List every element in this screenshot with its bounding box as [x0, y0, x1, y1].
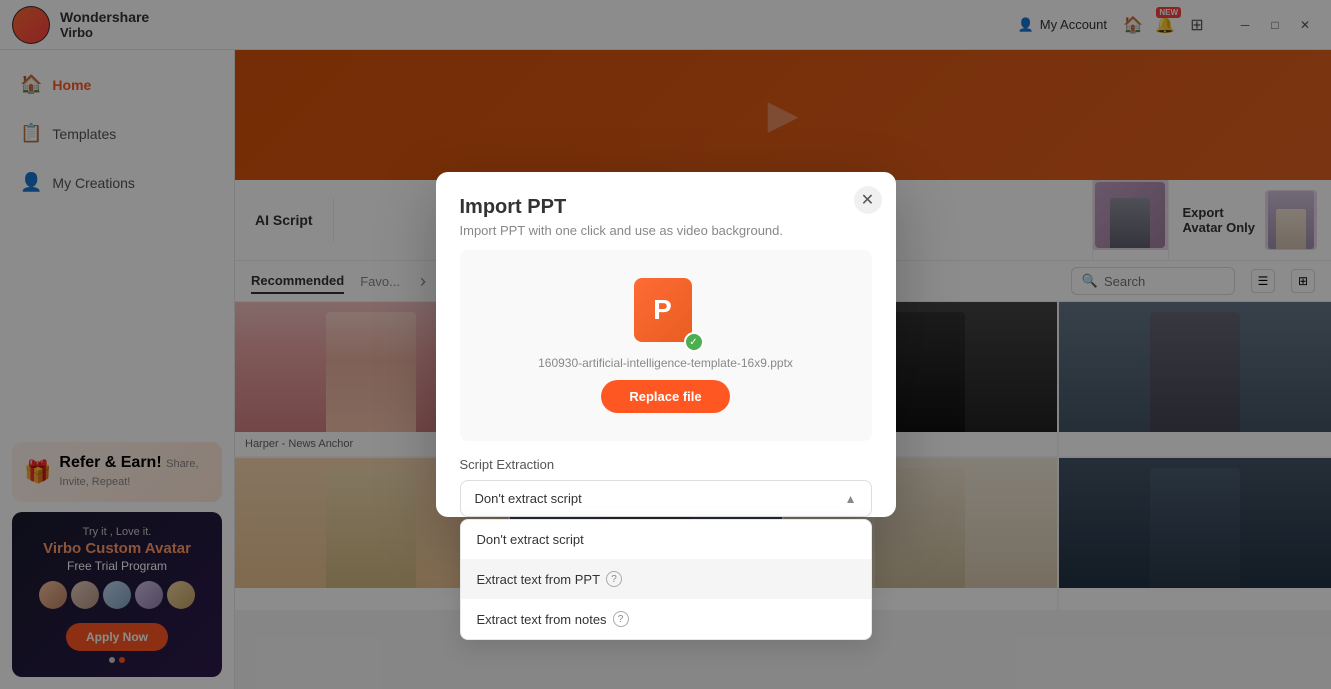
script-extraction-label: Script Extraction — [460, 457, 872, 472]
modal-subtitle: Import PPT with one click and use as vid… — [460, 223, 872, 238]
script-select-wrapper: Don't extract script ▲ Don't extract scr… — [460, 480, 872, 517]
dropdown-item-text[interactable]: Extract text from PPT ? — [461, 559, 871, 599]
help-icon-text[interactable]: ? — [606, 571, 622, 587]
script-dropdown-menu: Don't extract script Extract text from P… — [460, 519, 872, 640]
script-extraction-section: Script Extraction Don't extract script ▲… — [436, 441, 896, 517]
dropdown-text-label: Extract text from PPT — [477, 572, 601, 587]
ppt-icon-container: P ✓ — [634, 278, 698, 346]
dropdown-item-none[interactable]: Don't extract script — [461, 520, 871, 559]
ppt-check-icon: ✓ — [684, 332, 704, 352]
selected-option-text: Don't extract script — [475, 491, 582, 506]
modal-close-button[interactable]: ✕ — [854, 186, 882, 214]
select-chevron-icon: ▲ — [845, 492, 857, 506]
modal-header: Import PPT Import PPT with one click and… — [436, 172, 896, 250]
ppt-file-icon: P — [634, 278, 692, 342]
import-ppt-modal: Import PPT Import PPT with one click and… — [436, 172, 896, 517]
help-icon-notes[interactable]: ? — [613, 611, 629, 627]
script-select-display[interactable]: Don't extract script ▲ — [460, 480, 872, 517]
modal-title: Import PPT — [460, 196, 872, 219]
modal-overlay: Import PPT Import PPT with one click and… — [0, 0, 1331, 689]
dropdown-notes-label: Extract text from notes — [477, 612, 607, 627]
dropdown-none-label: Don't extract script — [477, 532, 584, 547]
ppt-upload-area: P ✓ 160930-artificial-intelligence-templ… — [460, 250, 872, 441]
replace-file-button[interactable]: Replace file — [601, 380, 729, 413]
dropdown-item-notes[interactable]: Extract text from notes ? — [461, 599, 871, 639]
ppt-filename: 160930-artificial-intelligence-template-… — [538, 356, 793, 370]
